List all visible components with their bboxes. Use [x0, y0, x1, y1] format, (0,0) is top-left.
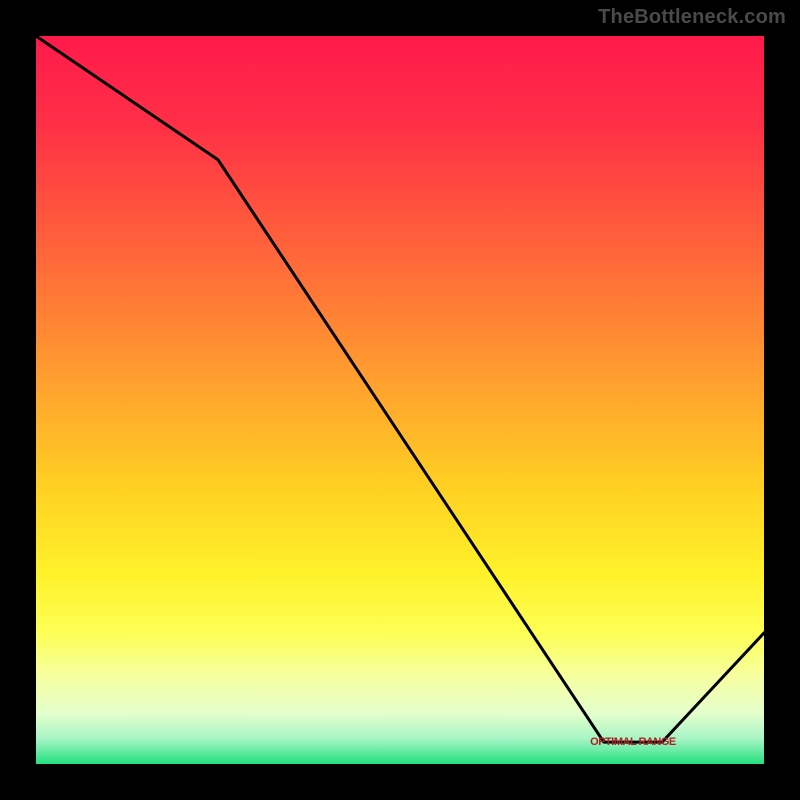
bottleneck-line-layer [36, 36, 764, 764]
bottleneck-curve [36, 36, 764, 742]
plot-frame: OPTIMAL RANGE [30, 30, 770, 770]
watermark-text: TheBottleneck.com [598, 6, 786, 29]
chart-root: TheBottleneck.com OPTIMAL RANGE [0, 0, 800, 800]
valley-label: OPTIMAL RANGE [590, 736, 676, 748]
